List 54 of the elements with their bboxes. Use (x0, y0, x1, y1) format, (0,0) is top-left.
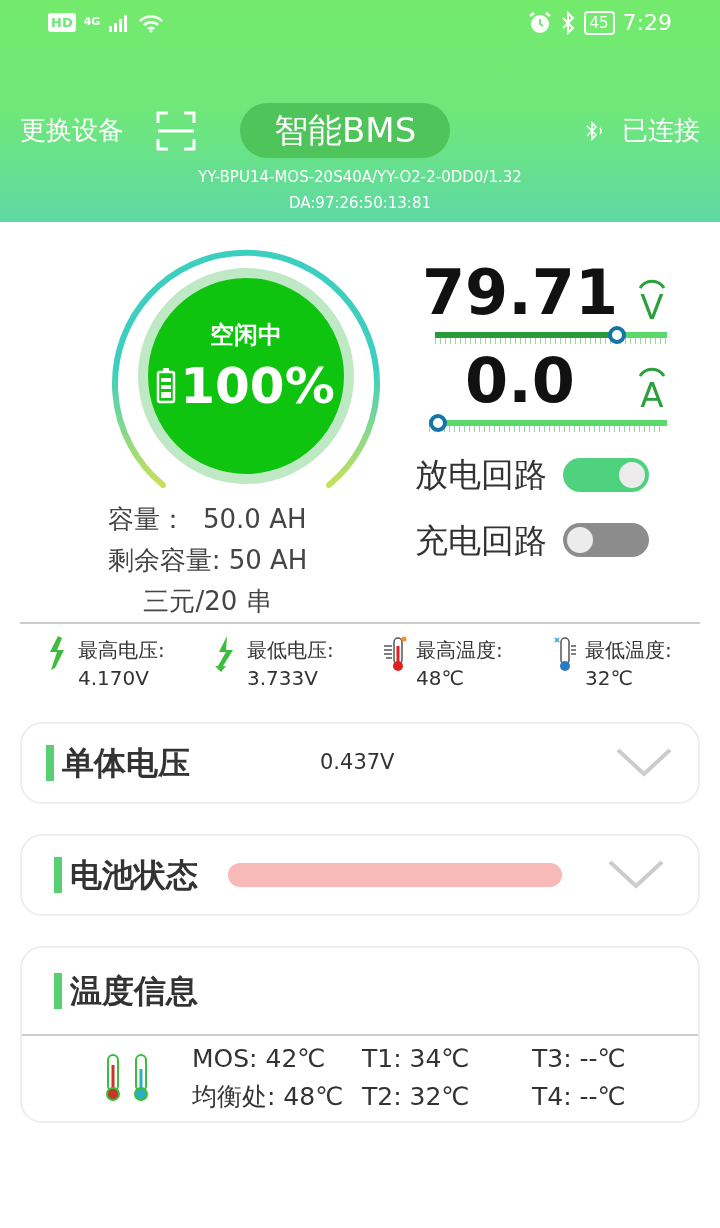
wifi-icon (138, 12, 165, 33)
thermometer-icon (551, 636, 577, 672)
slider-thumb[interactable] (608, 326, 627, 344)
battery-icon (156, 368, 177, 404)
chevron-icon[interactable] (608, 860, 666, 890)
scan-icon[interactable] (156, 110, 196, 151)
section-title: 电池状态 (70, 855, 198, 896)
chevron-icon[interactable] (616, 748, 674, 778)
switch-label: 放电回路 (415, 454, 547, 496)
switch-label: 充电回路 (415, 519, 547, 562)
section-title: 温度信息 (70, 971, 198, 1012)
toggle-switch[interactable] (563, 523, 649, 558)
capacity-text: 三元/20 串 (142, 585, 273, 618)
alarm-icon (527, 10, 552, 35)
accent-bar (54, 973, 62, 1009)
meter-unit: V (640, 290, 664, 324)
meter-reading: 0.0 (464, 350, 576, 412)
app-title: 智能BMS (240, 103, 451, 158)
charge-percent: 100% (180, 361, 335, 411)
section-title: 单体电压 (62, 743, 190, 784)
toggle-switch[interactable] (563, 457, 649, 492)
stat-value: 32℃ (585, 665, 634, 692)
temperature-reading: 均衡处: 48℃ (192, 1080, 345, 1113)
connection-status: 已连接 (622, 114, 700, 147)
stat-value: 3.733V (247, 665, 319, 692)
temperature-reading: MOS: 42℃ (192, 1043, 327, 1075)
slider-thumb[interactable] (429, 414, 447, 432)
temperature-reading: T3: --℃ (532, 1043, 627, 1075)
temperature-reading: T2: 32℃ (362, 1080, 471, 1113)
stat-value: 48℃ (416, 665, 465, 692)
clock-time: 7:29 (622, 9, 672, 37)
gauge-status: 空闲中 (209, 320, 282, 351)
accent-bar (46, 745, 54, 781)
device-info: DA:97:26:50:13:81 (288, 193, 432, 214)
stat-label: 最高温度: (416, 637, 503, 664)
meter-reading: 79.71 (420, 262, 620, 324)
stat-label: 最低温度: (585, 637, 672, 664)
cell-voltage: 0.437V (320, 749, 395, 777)
stat-label: 最低电压: (247, 637, 334, 664)
temperature-reading: T1: 34℃ (362, 1043, 471, 1075)
battery-indicator: 45 (583, 10, 615, 35)
switch-device-link[interactable]: 更换设备 (20, 111, 124, 150)
meter-unit: A (640, 378, 664, 412)
hd-indicator: HD (48, 12, 76, 33)
device-info: YY-BPU14-MOS-20S40A/YY-O2-2-0DD0/1.32 (197, 167, 523, 188)
capacity-text: 容量： 50.0 AH (107, 503, 308, 536)
stat-label: 最高电压: (78, 637, 165, 664)
network-type: 4G (83, 14, 101, 31)
bluetooth-icon (559, 10, 576, 35)
stat-value: 4.170V (78, 665, 150, 692)
temperature-reading: T4: --℃ (532, 1080, 627, 1113)
thermometer-icon (382, 636, 408, 672)
accent-bar (54, 857, 62, 893)
capacity-text: 剩余容量: 50 AH (106, 544, 309, 577)
